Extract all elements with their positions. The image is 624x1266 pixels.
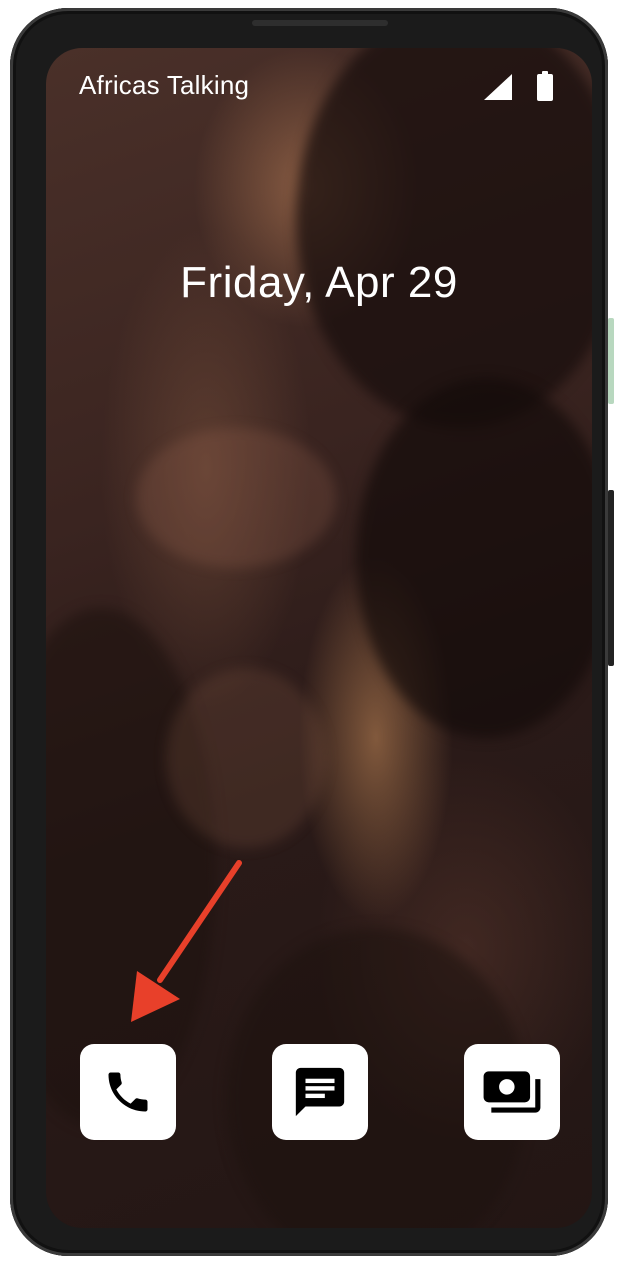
carrier-name: Africas Talking (79, 70, 250, 100)
phone-device-frame: Africas Talking Friday, Apr 29 (10, 8, 614, 1256)
phone-button[interactable] (80, 1044, 176, 1140)
wallpaper-texture (166, 668, 326, 848)
cellular-signal-icon (484, 74, 512, 100)
earpiece-speaker (252, 20, 388, 26)
payments-button[interactable] (464, 1044, 560, 1140)
phone-icon (108, 1072, 148, 1112)
lock-screen[interactable]: Africas Talking Friday, Apr 29 (46, 48, 592, 1228)
power-button (608, 318, 614, 404)
message-icon (295, 1067, 345, 1117)
lock-screen-date: Friday, Apr 29 (180, 258, 458, 307)
money-icon (483, 1071, 541, 1113)
messages-button[interactable] (272, 1044, 368, 1140)
wallpaper-texture (356, 378, 592, 738)
volume-rocker (608, 490, 614, 666)
status-bar: Africas Talking (46, 48, 592, 128)
wallpaper-texture (136, 428, 336, 568)
battery-full-icon (537, 71, 553, 101)
